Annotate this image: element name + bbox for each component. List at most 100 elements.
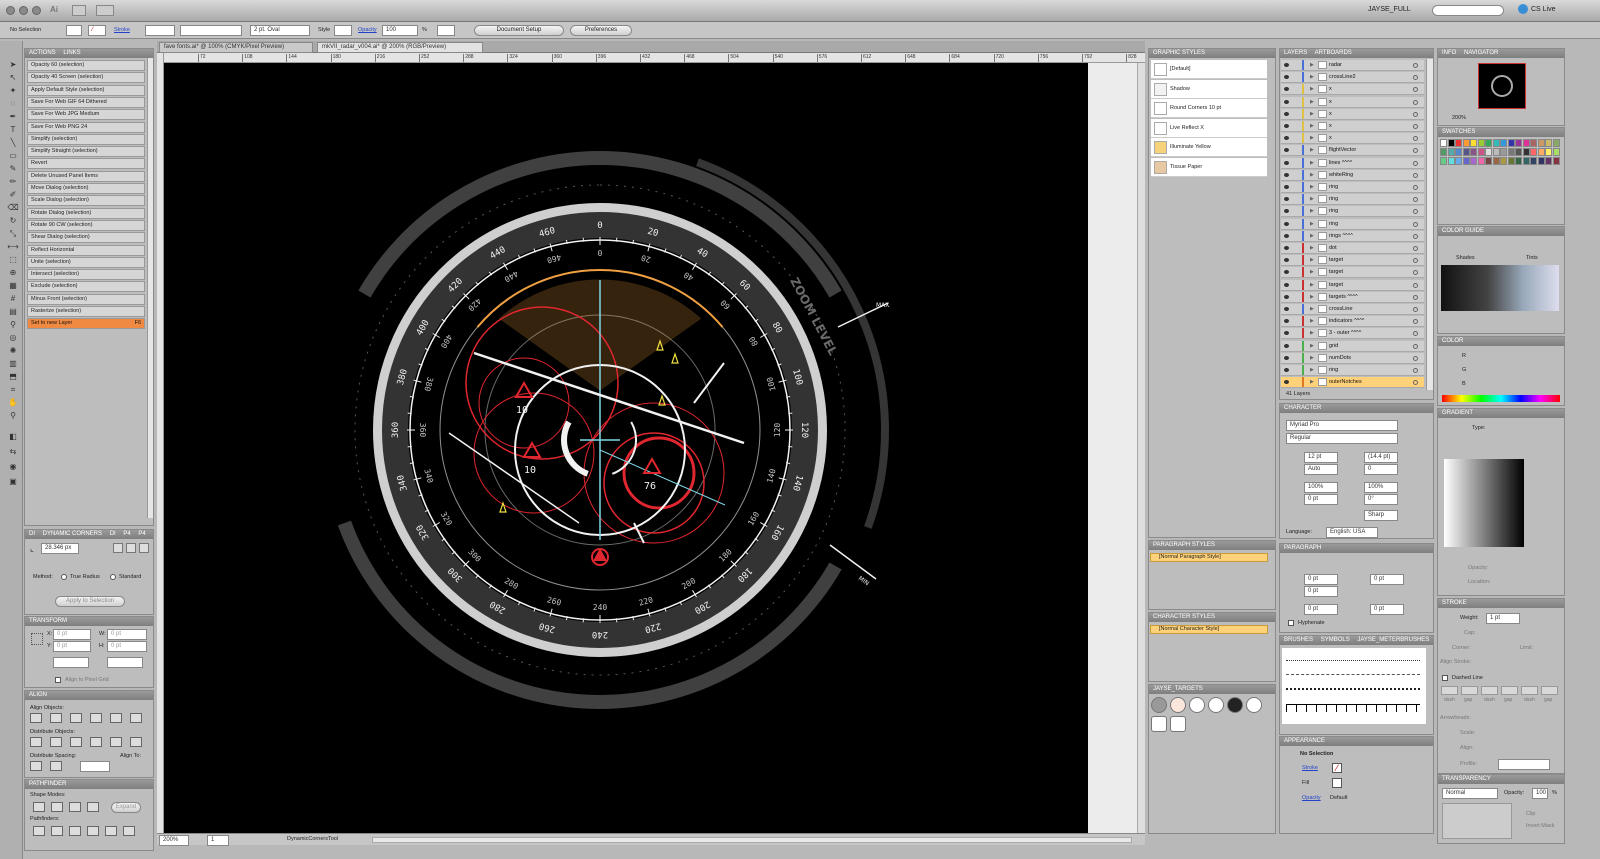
status-tool-name[interactable]: DynamicCornersTool [287,836,338,842]
zoom-field[interactable]: 200% [159,835,189,846]
layer-row[interactable]: ▶ indicators ^^^^ [1281,316,1424,328]
horizontal-scale-field[interactable]: 100% [1364,482,1398,493]
spacing-field[interactable] [80,761,110,772]
symbol-sprayer-tool-icon[interactable]: ✺ [6,345,20,356]
font-style-select[interactable]: Regular [1286,433,1398,444]
graphic-style-item[interactable]: Round Corners 10 pt [1151,99,1267,119]
visibility-eye-icon[interactable] [1284,282,1289,287]
layer-row[interactable]: ▶ x [1281,96,1424,108]
tab-p4-2[interactable]: P4 [138,531,145,537]
font-family-select[interactable]: Myriad Pro [1286,420,1398,431]
visibility-eye-icon[interactable] [1284,197,1289,202]
appearance-fill-swatch[interactable] [1332,778,1342,788]
layer-row[interactable]: ▶ rings ^^^^ [1281,230,1424,242]
align-button[interactable] [110,737,122,747]
target-circle-icon[interactable] [1413,368,1418,373]
target-circle-icon[interactable] [1413,75,1418,81]
artboard-tool-icon[interactable]: ⬒ [6,371,20,382]
color-variations-grid[interactable] [1441,265,1559,311]
preferences-button[interactable]: Preferences [570,25,632,36]
action-item[interactable]: Simplify Straight (selection) [27,146,145,158]
color-swatch[interactable] [1470,148,1477,156]
fill-swatch[interactable] [66,25,82,36]
visibility-eye-icon[interactable] [1284,136,1289,141]
graphic-style-item[interactable]: Illuminate Yellow [1151,138,1267,158]
lasso-tool-icon[interactable]: ◌ [6,98,20,109]
color-swatch[interactable] [1537,148,1545,156]
visibility-eye-icon[interactable] [1284,233,1289,238]
visibility-eye-icon[interactable] [1284,246,1289,250]
direct-selection-tool-icon[interactable]: ↖ [6,72,20,83]
y-field[interactable]: 0 pt [53,641,91,652]
color-swatch[interactable] [1470,157,1477,165]
color-swatch[interactable] [1500,139,1507,147]
align-button[interactable] [110,713,122,723]
layer-row[interactable]: ▶ target [1281,255,1424,267]
expand-triangle-icon[interactable]: ▶ [1310,158,1314,168]
visibility-eye-icon[interactable] [1284,209,1289,214]
color-swatch[interactable] [1447,157,1455,165]
action-item[interactable]: Save For Web JPG Medium [27,109,145,121]
align-button[interactable] [30,761,42,771]
color-swatch[interactable] [1530,148,1537,156]
target-circle-icon[interactable] [1413,124,1418,129]
x-field[interactable]: 0 pt [53,629,91,640]
swatch-grid[interactable] [1440,139,1562,191]
pencil-tool-icon[interactable]: ✏ [6,176,20,187]
visibility-eye-icon[interactable] [1284,331,1289,336]
target-circle-icon[interactable] [1413,355,1418,361]
stroke-weight-field[interactable] [145,25,175,36]
tab-artboards[interactable]: ARTBOARDS [1315,50,1352,56]
align-button[interactable] [30,713,42,723]
document-setup-button[interactable]: Document Setup [474,25,564,36]
appearance-stroke-swatch[interactable]: ⁄ [1332,763,1342,773]
type-tool-icon[interactable]: T [6,124,20,135]
unite-button[interactable] [33,802,45,812]
true-radius-radio[interactable] [61,574,67,580]
expand-triangle-icon[interactable]: ▶ [1310,328,1314,338]
arrange-documents-button[interactable] [96,5,114,16]
color-swatch[interactable] [1462,148,1470,156]
rectangle-tool-icon[interactable]: ▭ [6,150,20,161]
perspective-grid-tool-icon[interactable]: ▦ [6,280,20,291]
expand-triangle-icon[interactable]: ▶ [1310,377,1314,387]
rotate-tool-icon[interactable]: ↻ [6,215,20,226]
color-swatch[interactable] [1522,157,1530,165]
vertical-scale-field[interactable]: 100% [1304,482,1338,493]
artboard-number-field[interactable]: 1 [207,835,229,846]
tab-di[interactable]: DI [29,531,35,537]
column-graph-tool-icon[interactable]: ▥ [6,358,20,369]
target-circle-icon[interactable] [1413,233,1418,239]
paintbrush-tool-icon[interactable]: ✎ [6,163,20,174]
expand-triangle-icon[interactable]: ▶ [1310,133,1314,143]
left-indent-field[interactable]: 0 pt [1304,574,1338,585]
color-swatch[interactable] [1552,157,1560,165]
zoom-window-button[interactable] [32,6,41,15]
close-window-button[interactable] [6,6,15,15]
meter-brush-4[interactable] [1286,704,1420,712]
appearance-fill[interactable]: Fill [1302,780,1309,786]
navigator-zoom[interactable]: 200% [1452,115,1466,121]
character-rotation-field[interactable]: 0° [1364,494,1398,505]
artboard[interactable]: 0 0 20 20 40 40 60 60 80 80 100 100 120 120 140 140 160 1… [164,63,1088,833]
color-swatch[interactable] [1455,157,1462,165]
target-symbol-2[interactable] [1170,697,1186,713]
action-item[interactable]: Shear Dialog (selection) [27,232,145,244]
appearance-stroke-link[interactable]: Stroke [1302,765,1318,771]
expand-triangle-icon[interactable]: ▶ [1310,292,1314,302]
tab-brushes[interactable]: BRUSHES [1284,637,1313,643]
hand-tool-icon[interactable]: ✋ [6,397,20,408]
meter-brush-2[interactable] [1286,674,1420,675]
expand-triangle-icon[interactable]: ▶ [1310,267,1314,277]
fill-stroke-swatch[interactable]: ◧ [6,431,20,442]
expand-triangle-icon[interactable]: ▶ [1310,365,1314,375]
action-item[interactable]: Move Dialog (selection) [27,183,145,194]
canvas-horizontal-scrollbar[interactable] [372,837,1132,843]
action-item[interactable]: Revert [27,158,145,170]
line-tool-icon[interactable]: ╲ [6,137,20,148]
expand-triangle-icon[interactable]: ▶ [1310,341,1314,351]
mesh-tool-icon[interactable]: # [6,293,20,304]
color-swatch[interactable] [1515,157,1522,165]
layer-row[interactable]: ▶ x [1281,121,1424,132]
color-swatch[interactable] [1545,148,1552,156]
